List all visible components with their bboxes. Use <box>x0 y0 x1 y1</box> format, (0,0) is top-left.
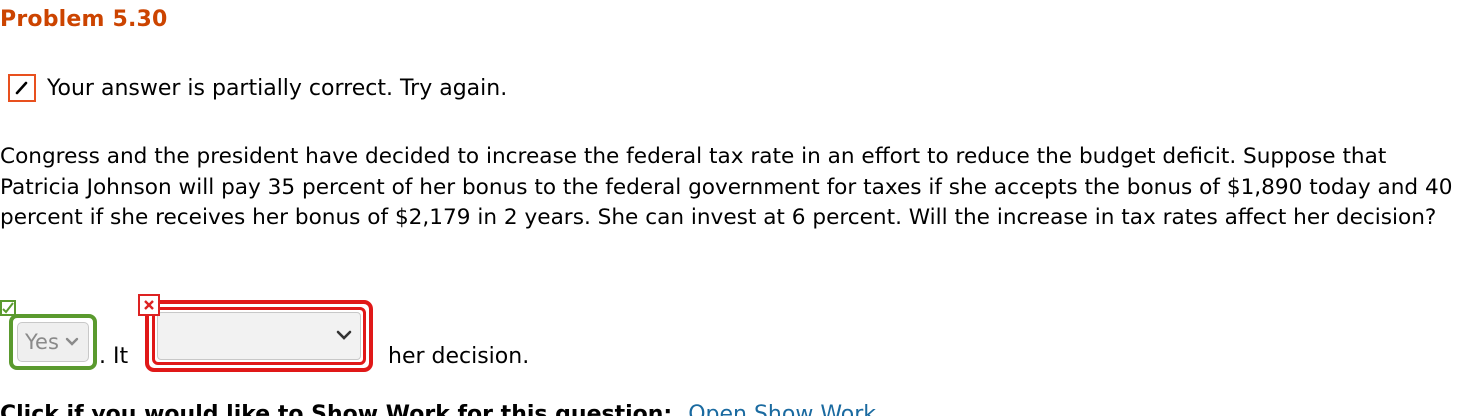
pencil-icon <box>8 74 36 102</box>
connector-text: . It <box>99 344 129 369</box>
status-message: Your answer is partially correct. Try ag… <box>47 75 508 101</box>
first-answer-select[interactable]: Yes <box>17 322 89 362</box>
status-row: Your answer is partially correct. Try ag… <box>8 72 507 104</box>
show-work-prompt: Click if you would like to Show Work for… <box>0 404 672 416</box>
chevron-down-icon <box>336 330 352 342</box>
answer-row: Yes . It her decision. <box>0 292 1470 382</box>
incorrect-x-icon <box>138 294 160 316</box>
second-answer-select[interactable] <box>157 312 361 360</box>
show-work-row: Click if you would like to Show Work for… <box>0 404 1470 416</box>
question-text: Congress and the president have decided … <box>0 144 1453 230</box>
open-show-work-link[interactable]: Open Show Work <box>688 404 876 416</box>
first-answer-selected-value: Yes <box>25 330 59 354</box>
second-answer-select-inner-frame <box>152 307 366 365</box>
trailing-text: her decision. <box>388 344 530 369</box>
problem-title: Problem 5.30 <box>0 7 168 32</box>
chevron-down-icon <box>65 337 79 347</box>
second-answer-select-frame <box>145 300 373 372</box>
first-answer-select-frame: Yes <box>9 314 97 370</box>
